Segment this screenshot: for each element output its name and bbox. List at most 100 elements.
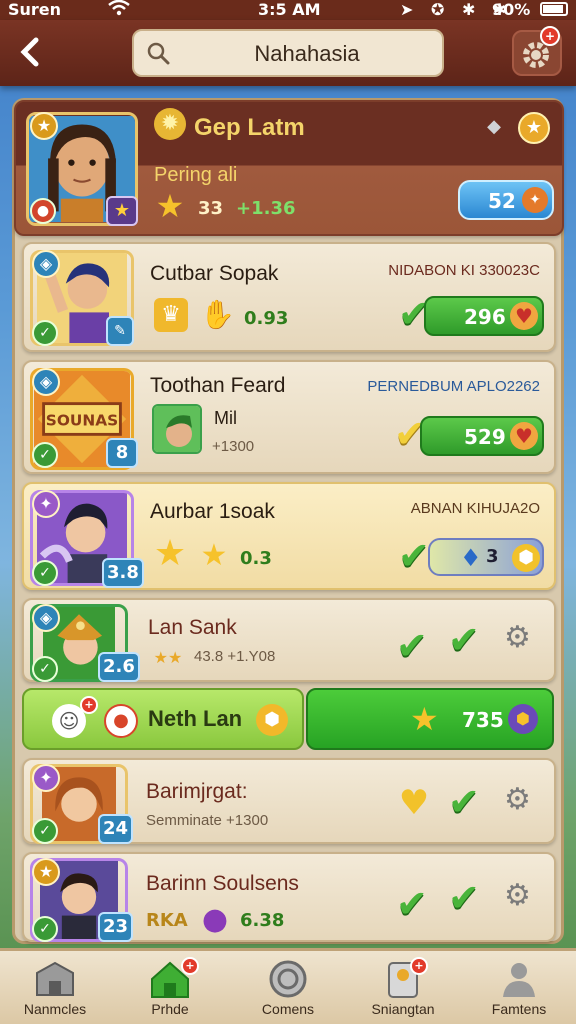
level-badge: 3.8: [102, 558, 144, 588]
score-pill[interactable]: 296 ♥: [424, 296, 544, 336]
list-item[interactable]: SOUNAS ◈ ✓ 8 Toothan Feard PERNEDBUM APL…: [22, 360, 556, 474]
mini-name: Mil: [214, 408, 237, 428]
shield-badge-icon: ◈: [32, 368, 60, 396]
nav-item-famtens[interactable]: Famtens: [464, 955, 574, 1024]
level-badge: 2.6: [98, 652, 140, 682]
star-icon: ★: [155, 187, 185, 225]
carrier-label: Suren: [8, 0, 62, 19]
star-badge-icon: ★: [32, 858, 60, 886]
star-count: 33: [198, 198, 224, 219]
search-box[interactable]: [132, 29, 444, 77]
search-input[interactable]: [182, 37, 432, 71]
score-value: 3: [486, 546, 499, 567]
nav-item-nanmcles[interactable]: Nanmcles: [0, 955, 110, 1024]
gear-icon[interactable]: ⚙: [504, 620, 531, 655]
score-value: 52: [488, 189, 516, 213]
nav-item-prhde[interactable]: + Prhde: [115, 955, 225, 1024]
eggplant-icon: ●: [201, 902, 229, 937]
crystal-badge-icon: ✦: [32, 490, 60, 518]
level-badge: 24: [98, 814, 134, 844]
shield-icon: ⬢: [256, 704, 288, 736]
shield-badge-icon: ◈: [32, 250, 60, 278]
nav-item-sniangtan[interactable]: + Sniangtan: [348, 955, 458, 1024]
top-player-card[interactable]: ★ ● ★ ✹ Gep Latm ◆ ★ Pering ali ★ 33 +1.…: [14, 100, 564, 236]
list-item[interactable]: ◈ ✓ 2.6 Lan Sank ★★ 43.8 +1.Y08 ✔ ✔ ⚙: [22, 598, 556, 682]
player-sub: Semminate +1300: [146, 812, 269, 829]
gear-icon[interactable]: ⚙: [504, 782, 531, 817]
nav-label: Prhde: [151, 1001, 189, 1017]
nav-item-comens[interactable]: Comens: [233, 955, 343, 1024]
player-tag: NIDABON KI 330023C: [388, 262, 540, 279]
player-stat: 0.3: [240, 548, 272, 569]
score-value: 529: [464, 425, 506, 449]
gem-icon: ◆: [487, 116, 501, 137]
shield-icon: ⬢: [508, 704, 538, 734]
list-item[interactable]: ✦ ✓ 24 Barimjrgat: Semminate +1300 ♥ ✔ ⚙: [22, 758, 556, 844]
player-name: Gep Latm: [194, 114, 305, 141]
player-name: Toothan Feard: [150, 374, 286, 397]
level-star-icon: ★: [106, 196, 138, 226]
star-icon: ★: [410, 700, 439, 738]
list-item[interactable]: ✦ ✓ 3.8 Aurbar 1soak ABNAN KIHUJA2O ★ ★ …: [22, 482, 556, 590]
check-badge-icon: ✓: [32, 320, 58, 346]
building-icon: [36, 961, 74, 996]
banner-score-pill[interactable]: ★ 735 ⬢: [306, 688, 554, 750]
heart-shield-icon: ♥: [510, 422, 538, 450]
coin-star-icon[interactable]: ★: [518, 112, 550, 144]
score-pill[interactable]: 52 ✦: [458, 180, 554, 220]
player-stat: 6.38: [240, 910, 285, 931]
settings-button[interactable]: +: [512, 26, 562, 76]
notification-badge: +: [540, 26, 560, 46]
check-icon: ✔: [396, 624, 428, 668]
shield-icon: ⬢: [512, 544, 540, 572]
check-icon: ✔: [448, 876, 480, 920]
notification-badge: +: [80, 696, 98, 714]
player-sub-prefix: RKA: [146, 910, 188, 931]
star-badge-icon: ★: [30, 112, 58, 140]
shield-badge-icon: ◈: [32, 604, 60, 632]
neth-lan-banner[interactable]: ☺ + ● Neth Lan ⬢: [22, 688, 304, 750]
level-badge: 23: [98, 912, 134, 942]
wifi-icon: [108, 0, 130, 20]
chicken-icon: ●: [104, 704, 138, 738]
chevron-left-icon: [20, 37, 39, 67]
bottom-nav: Nanmcles + Prhde Comens + Sniangtan Famt…: [0, 948, 576, 1024]
coin-icon: [269, 960, 307, 998]
list-item[interactable]: ◈ ✓ ✎ Cutbar Sopak NIDABON KI 330023C ♛ …: [22, 242, 556, 352]
app-header: +: [0, 20, 576, 86]
list-item[interactable]: ★ ✓ 23 Barinn Soulsens RKA ● 6.38 ✔ ✔ ⚙: [22, 852, 556, 942]
fire-icon: ✦: [522, 187, 548, 213]
battery-percent: 90%: [492, 0, 531, 19]
sun-icon: ✹: [154, 108, 186, 140]
player-name: Barinn Soulsens: [146, 872, 299, 895]
score-pill[interactable]: ♦ 3 ⬢: [428, 538, 544, 576]
score-pill[interactable]: 529 ♥: [420, 416, 544, 456]
star-icon: ★: [200, 538, 228, 573]
search-icon: [147, 42, 170, 65]
hand-icon: ✋: [200, 298, 235, 331]
check-badge-icon: ✓: [32, 656, 58, 682]
battery-icon: [540, 2, 568, 16]
check-icon: ✔: [396, 882, 428, 926]
status-bar: Suren 3:5 AM ➤ ✪ ✱ ✱ 90%: [0, 0, 576, 20]
mini-sub: +1300: [212, 438, 255, 455]
player-tag: ABNAN KIHUJA2O: [410, 500, 540, 517]
trophy-icon: ♛: [154, 298, 188, 332]
notification-badge: +: [410, 957, 428, 975]
person-icon: [503, 963, 535, 997]
notification-badge: +: [181, 957, 199, 975]
crystal-badge-icon: ✦: [32, 764, 60, 792]
gear-icon[interactable]: ⚙: [504, 878, 531, 913]
star-delta: +1.36: [236, 198, 296, 219]
player-subtitle: Pering ali: [154, 164, 238, 186]
check-badge-icon: ✓: [32, 916, 58, 942]
clock: 3:5 AM: [258, 0, 321, 19]
player-name: Aurbar 1soak: [150, 500, 275, 523]
heart-icon: ♥: [398, 783, 430, 823]
star-icon: ★: [153, 533, 187, 574]
nav-label: Comens: [261, 1001, 315, 1017]
mini-avatar: [152, 404, 202, 454]
player-name: Lan Sank: [148, 616, 237, 639]
check-icon: ✔: [448, 618, 480, 662]
back-button[interactable]: [14, 32, 50, 72]
